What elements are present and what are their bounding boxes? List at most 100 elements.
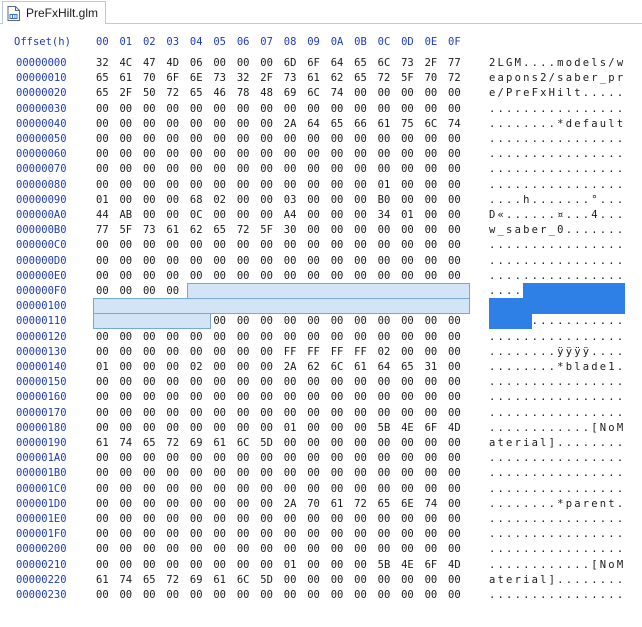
hex-row[interactable]: 000001A0 00 00 00 00 00 00 00 00 00 00 00 00 00 00 00 00… [0, 450, 642, 466]
hex-byte[interactable]: 65 [143, 572, 156, 588]
hex-byte[interactable]: 00 [307, 146, 320, 162]
hex-byte[interactable]: 00 [119, 253, 132, 269]
hex-byte[interactable]: 00 [448, 313, 461, 329]
hex-byte[interactable]: B0 [378, 192, 391, 208]
hex-byte[interactable]: 00 [284, 405, 297, 421]
hex-byte[interactable]: A4 [284, 207, 297, 223]
hex-byte[interactable]: 00 [213, 101, 226, 117]
hex-byte[interactable]: 00 [119, 405, 132, 421]
hex-byte[interactable]: 00 [425, 253, 438, 269]
ascii-text[interactable]: aterial]........ [489, 572, 625, 588]
hex-byte[interactable]: 01 [284, 557, 297, 573]
hex-byte[interactable]: 00 [307, 541, 320, 557]
hex-byte[interactable]: 02 [378, 344, 391, 360]
hex-byte[interactable]: 00 [401, 374, 414, 390]
hex-byte[interactable]: 64 [331, 55, 344, 71]
hex-byte[interactable]: 00 [307, 207, 320, 223]
hex-byte[interactable]: 00 [378, 541, 391, 557]
hex-byte[interactable]: 00 [307, 253, 320, 269]
hex-byte[interactable]: 00 [448, 101, 461, 117]
hex-byte[interactable]: 00 [166, 557, 179, 573]
hex-byte[interactable]: 00 [260, 313, 273, 329]
hex-byte[interactable]: 2F [425, 55, 438, 71]
hex-byte[interactable]: 01 [96, 192, 109, 208]
hex-byte[interactable]: 00 [260, 177, 273, 193]
hex-byte[interactable]: 00 [378, 450, 391, 466]
hex-byte[interactable]: 00 [237, 587, 250, 603]
hex-byte[interactable]: 65 [96, 70, 109, 86]
hex-byte[interactable]: 00 [354, 374, 367, 390]
hex-byte[interactable]: 00 [96, 481, 109, 497]
hex-byte[interactable]: 00 [378, 85, 391, 101]
hex-byte[interactable]: 00 [96, 283, 109, 299]
hex-byte[interactable]: 00 [96, 146, 109, 162]
hex-byte[interactable]: 00 [331, 389, 344, 405]
hex-byte[interactable]: 61 [213, 435, 226, 451]
hex-byte[interactable]: 00 [378, 237, 391, 253]
ascii-text[interactable]: ................ [489, 161, 625, 177]
hex-byte[interactable]: 65 [354, 55, 367, 71]
hex-byte[interactable]: 00 [260, 146, 273, 162]
hex-byte[interactable]: 00 [307, 329, 320, 345]
hex-byte[interactable]: 65 [190, 85, 203, 101]
hex-byte[interactable]: 00 [143, 465, 156, 481]
hex-byte[interactable]: 00 [260, 374, 273, 390]
ascii-text[interactable]: ................ [489, 131, 625, 147]
hex-byte[interactable]: 01 [401, 207, 414, 223]
hex-byte[interactable]: 00 [284, 572, 297, 588]
hex-byte[interactable]: 00 [425, 526, 438, 542]
hex-byte[interactable]: 5F [119, 222, 132, 238]
ascii-text[interactable]: e/PreFxHilt..... [489, 85, 625, 101]
hex-byte[interactable]: 00 [448, 268, 461, 284]
hex-byte[interactable]: FF [331, 344, 344, 360]
hex-byte[interactable]: 00 [96, 101, 109, 117]
hex-byte[interactable]: 00 [425, 450, 438, 466]
hex-byte[interactable]: 00 [237, 131, 250, 147]
hex-byte[interactable]: 00 [307, 511, 320, 527]
hex-byte[interactable]: 00 [331, 313, 344, 329]
hex-byte[interactable]: 00 [331, 253, 344, 269]
ascii-text[interactable]: w_saber_0....... [489, 222, 625, 238]
ascii-text[interactable]: ................ [489, 329, 625, 345]
hex-row[interactable]: 00000220 61 74 65 72 69 61 6C 5D 00 00 00 00 00 00 00 00… [0, 572, 642, 588]
hex-row[interactable]: 00000020 65 2F 50 72 65 46 78 48 69 6C 74 00 00 00 00 00… [0, 85, 642, 101]
hex-byte[interactable]: 00 [448, 465, 461, 481]
hex-byte[interactable]: 00 [190, 557, 203, 573]
hex-byte[interactable]: 72 [166, 572, 179, 588]
hex-byte[interactable]: 00 [96, 541, 109, 557]
hex-byte[interactable]: 61 [331, 496, 344, 512]
hex-byte[interactable]: 00 [354, 177, 367, 193]
hex-byte[interactable]: 00 [119, 146, 132, 162]
ascii-text[interactable]: ................ [489, 237, 625, 253]
hex-byte[interactable]: 00 [448, 131, 461, 147]
hex-byte[interactable]: 00 [166, 268, 179, 284]
hex-byte[interactable]: 00 [213, 329, 226, 345]
ascii-text[interactable]: ................ [489, 389, 625, 405]
hex-byte[interactable]: 00 [425, 192, 438, 208]
hex-row[interactable]: 00000000 32 4C 47 4D 06 00 00 00 6D 6F 64 65 6C 73 2F 77… [0, 55, 642, 71]
hex-byte[interactable]: 00 [190, 450, 203, 466]
hex-byte[interactable]: 00 [354, 253, 367, 269]
hex-byte[interactable]: 5D [260, 435, 273, 451]
hex-byte[interactable]: 00 [354, 481, 367, 497]
hex-byte[interactable]: 00 [166, 283, 179, 299]
hex-byte[interactable]: 61 [354, 359, 367, 375]
hex-byte[interactable]: 00 [448, 344, 461, 360]
hex-byte[interactable]: 00 [190, 344, 203, 360]
hex-byte[interactable]: 00 [119, 283, 132, 299]
hex-byte[interactable]: 00 [190, 177, 203, 193]
hex-byte[interactable]: 00 [260, 161, 273, 177]
hex-byte[interactable]: 61 [96, 435, 109, 451]
hex-byte[interactable]: 00 [166, 511, 179, 527]
hex-byte[interactable]: 00 [119, 131, 132, 147]
hex-byte[interactable]: 74 [331, 85, 344, 101]
hex-byte[interactable]: 00 [190, 587, 203, 603]
hex-byte[interactable]: 00 [378, 313, 391, 329]
hex-byte[interactable]: 00 [166, 207, 179, 223]
hex-byte[interactable]: 00 [354, 268, 367, 284]
hex-byte[interactable]: 73 [213, 70, 226, 86]
hex-byte[interactable]: 00 [425, 146, 438, 162]
hex-byte[interactable]: 00 [331, 572, 344, 588]
hex-byte[interactable]: 00 [307, 405, 320, 421]
hex-byte[interactable]: 00 [354, 405, 367, 421]
